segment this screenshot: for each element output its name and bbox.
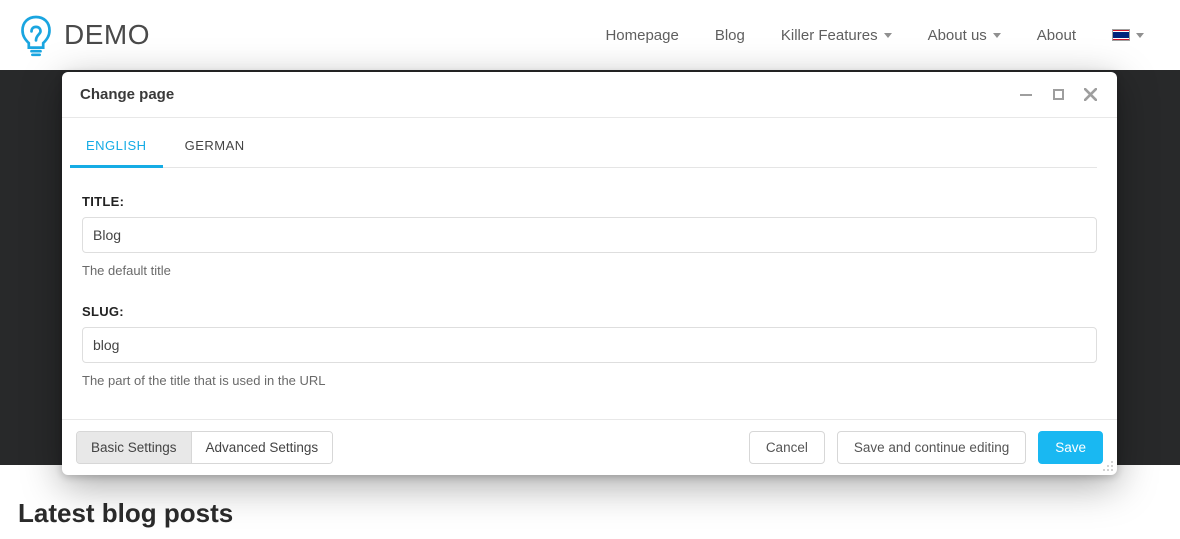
brand: DEMO (18, 13, 150, 57)
tab-german[interactable]: GERMAN (181, 138, 249, 167)
title-label: TITLE: (82, 194, 1097, 209)
save-continue-button[interactable]: Save and continue editing (837, 431, 1026, 464)
button-label: Save (1055, 440, 1086, 455)
nav-items: Homepage Blog Killer Features About us A… (605, 27, 1162, 44)
modal-body: ENGLISH GERMAN TITLE: The default title … (62, 118, 1117, 419)
title-input[interactable] (82, 217, 1097, 253)
nav-link-blog[interactable]: Blog (715, 27, 745, 44)
section-heading: Latest blog posts (18, 498, 233, 529)
minimize-icon (1020, 94, 1032, 96)
language-tabs: ENGLISH GERMAN (82, 118, 1097, 168)
slug-input[interactable] (82, 327, 1097, 363)
close-button[interactable] (1081, 86, 1099, 104)
nav-link-label: Blog (715, 27, 745, 44)
close-icon (1084, 88, 1097, 101)
flag-icon (1112, 29, 1130, 41)
slug-help: The part of the title that is used in th… (82, 373, 1097, 388)
nav-link-label: About (1037, 27, 1076, 44)
modal-actions: Cancel Save and continue editing Save (749, 431, 1103, 464)
field-slug: SLUG: The part of the title that is used… (82, 304, 1097, 388)
nav-link-label: Killer Features (781, 27, 878, 44)
modal-title: Change page (80, 86, 174, 103)
tab-label: GERMAN (185, 138, 245, 153)
brand-name: DEMO (64, 19, 150, 51)
chevron-down-icon (993, 33, 1001, 38)
title-help: The default title (82, 263, 1097, 278)
tab-basic-settings[interactable]: Basic Settings (77, 432, 191, 463)
logo-icon (18, 13, 54, 57)
minimize-button[interactable] (1017, 86, 1035, 104)
tab-english[interactable]: ENGLISH (82, 138, 151, 167)
maximize-icon (1053, 89, 1064, 100)
nav-link-about-us[interactable]: About us (928, 27, 1001, 44)
nav-link-about[interactable]: About (1037, 27, 1076, 44)
button-label: Cancel (766, 440, 808, 455)
slug-label: SLUG: (82, 304, 1097, 319)
modal-footer: Basic Settings Advanced Settings Cancel … (62, 419, 1117, 475)
nav-link-label: Homepage (605, 27, 678, 44)
resize-grip-icon[interactable] (1102, 460, 1114, 472)
field-title: TITLE: The default title (82, 194, 1097, 278)
settings-tabs: Basic Settings Advanced Settings (76, 431, 333, 464)
tab-advanced-settings[interactable]: Advanced Settings (191, 432, 333, 463)
nav-link-homepage[interactable]: Homepage (605, 27, 678, 44)
cancel-button[interactable]: Cancel (749, 431, 825, 464)
window-controls (1017, 86, 1099, 104)
nav-link-killer-features[interactable]: Killer Features (781, 27, 892, 44)
modal-header: Change page (62, 72, 1117, 118)
chevron-down-icon (1136, 33, 1144, 38)
save-button[interactable]: Save (1038, 431, 1103, 464)
top-nav: DEMO Homepage Blog Killer Features About… (0, 0, 1180, 70)
language-switcher[interactable] (1112, 29, 1144, 41)
change-page-modal: Change page ENGLISH GERMAN TITLE: The de… (62, 72, 1117, 475)
button-label: Save and continue editing (854, 440, 1009, 455)
maximize-button[interactable] (1049, 86, 1067, 104)
tab-label: ENGLISH (86, 138, 147, 153)
tab-label: Advanced Settings (206, 440, 319, 455)
chevron-down-icon (884, 33, 892, 38)
tab-label: Basic Settings (91, 440, 177, 455)
nav-link-label: About us (928, 27, 987, 44)
